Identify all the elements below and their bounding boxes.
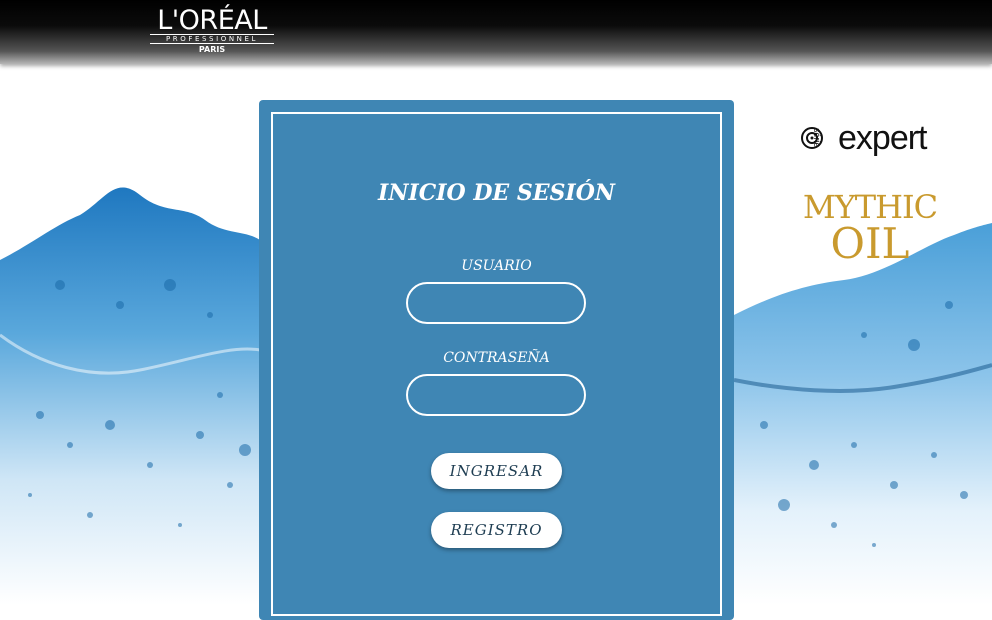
brand-name: L'ORÉAL [157,5,267,36]
brand-city: PARIS [198,45,226,54]
water-splash-left [0,187,260,605]
username-label: USUARIO [461,258,532,274]
serie-expert-logo: série expert [800,118,940,160]
page-title: INICIO DE SESIÓN [378,180,615,206]
login-button[interactable]: INGRESAR [431,453,562,489]
username-input[interactable] [406,282,586,324]
top-header-bar: L'ORÉAL PROFESSIONNEL PARIS [0,0,992,64]
mythic-oil-logo: MYTHIC OIL [800,190,940,268]
login-panel: INICIO DE SESIÓN USUARIO CONTRASEÑA INGR… [259,100,734,620]
oil-word: OIL [830,219,910,268]
serie-label: série [812,128,822,148]
password-label: CONTRASEÑA [443,350,550,366]
register-button[interactable]: REGISTRO [431,512,562,548]
brand-subtitle: PROFESSIONNEL [150,34,274,44]
expert-label: expert [838,119,927,157]
password-input[interactable] [406,374,586,416]
loreal-logo[interactable]: L'ORÉAL PROFESSIONNEL PARIS [148,5,276,56]
